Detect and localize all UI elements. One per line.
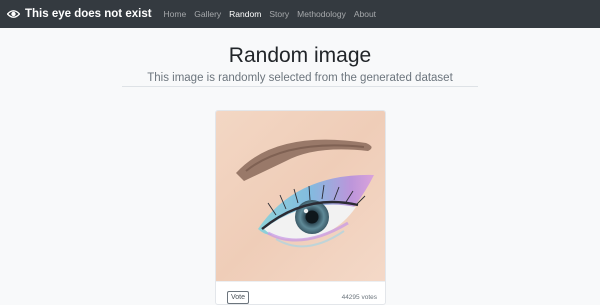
nav-link-gallery[interactable]: Gallery [194, 9, 221, 19]
brand-text: This eye does not exist [25, 8, 152, 20]
nav-link-random[interactable]: Random [229, 9, 261, 19]
card-footer: Vote 44295 votes [216, 281, 385, 304]
image-card: Vote 44295 votes [215, 110, 386, 305]
nav-link-home[interactable]: Home [164, 9, 187, 19]
nav-link-methodology[interactable]: Methodology [297, 9, 346, 19]
page-subtitle: This image is randomly selected from the… [147, 72, 453, 84]
nav-link-about[interactable]: About [354, 9, 376, 19]
header-divider [122, 86, 478, 87]
nav-link-story[interactable]: Story [269, 9, 289, 19]
page-title: Random image [228, 44, 372, 67]
top-navbar: This eye does not exist Home Gallery Ran… [0, 0, 600, 28]
eye-icon [7, 9, 20, 19]
vote-button[interactable]: Vote [227, 291, 250, 304]
brand-link[interactable]: This eye does not exist [7, 8, 152, 20]
main-content: Random image This image is randomly sele… [0, 28, 600, 305]
generated-eye-image [216, 111, 385, 281]
nav-links: Home Gallery Random Story Methodology Ab… [164, 9, 385, 19]
vote-count: 44295 votes [341, 294, 377, 301]
